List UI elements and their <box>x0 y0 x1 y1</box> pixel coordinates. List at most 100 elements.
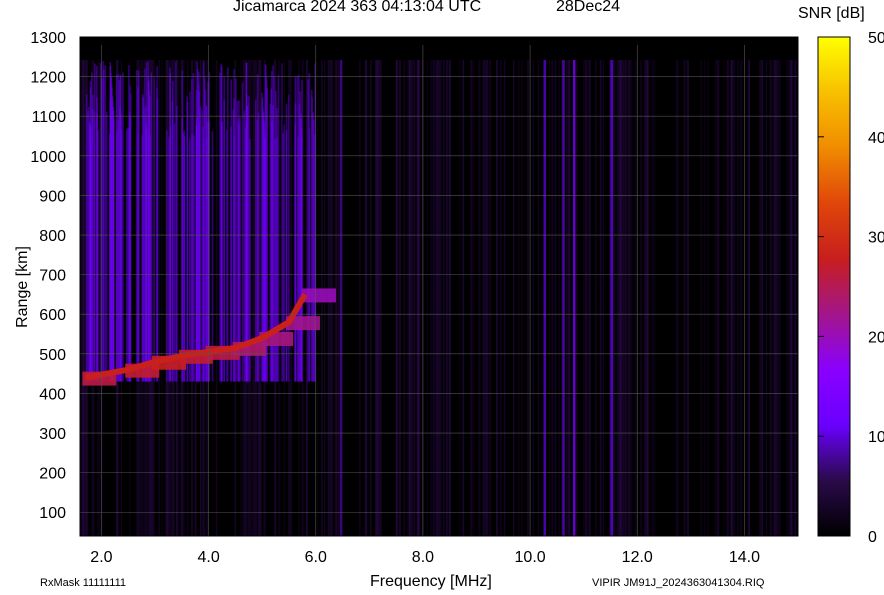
noise-strip <box>739 60 742 536</box>
noise-strip <box>789 60 792 536</box>
y-tick-label: 900 <box>39 188 66 205</box>
noise-strip <box>602 60 604 536</box>
noise-strip <box>215 60 218 536</box>
interference-line <box>339 60 343 536</box>
noise-strip <box>518 60 520 536</box>
diffuse-echo <box>153 77 156 382</box>
noise-strip <box>583 60 586 536</box>
noise-strip <box>433 60 435 536</box>
chart-title: Jicamarca 2024 363 04:13:04 UTC <box>233 0 482 15</box>
noise-strip <box>178 60 180 536</box>
noise-strip <box>640 60 643 536</box>
noise-strip <box>410 60 413 536</box>
interference-line <box>543 60 546 536</box>
noise-strip <box>377 60 379 536</box>
colorbar <box>817 36 851 537</box>
noise-strip <box>576 60 578 536</box>
diffuse-echo <box>202 126 204 382</box>
diffuse-echo <box>94 63 96 382</box>
colorbar-title: SNR [dB] <box>798 5 865 22</box>
noise-strip <box>484 60 487 536</box>
x-tick-label: 12.0 <box>622 549 653 566</box>
x-tick-label: 4.0 <box>197 549 219 566</box>
x-tick-label: 2.0 <box>90 549 112 566</box>
noise-strip <box>439 60 442 536</box>
noise-strip <box>625 60 628 536</box>
noise-strip <box>403 60 406 536</box>
noise-strip <box>723 60 725 536</box>
diffuse-echo <box>137 70 140 382</box>
noise-strip <box>594 60 597 536</box>
noise-strip <box>500 60 502 536</box>
noise-strip <box>779 60 782 536</box>
interference-line <box>562 60 565 536</box>
diffuse-echo <box>296 76 298 382</box>
diffuse-echo <box>211 131 214 382</box>
noise-strip <box>759 60 762 536</box>
noise-strip <box>748 60 751 536</box>
x-tick-label: 6.0 <box>305 549 327 566</box>
diffuse-echo <box>169 73 171 382</box>
noise-strip <box>398 60 402 536</box>
y-tick-label: 300 <box>39 426 66 443</box>
diffuse-echo <box>166 130 168 382</box>
y-tick-label: 1200 <box>30 70 66 87</box>
diffuse-echo <box>176 105 178 382</box>
noise-strip <box>775 60 778 536</box>
diffuse-echo <box>235 78 237 382</box>
y-tick-label: 700 <box>39 268 66 285</box>
y-tick-label: 500 <box>39 347 66 364</box>
noise-strip <box>532 60 535 536</box>
noise-strip <box>707 60 709 536</box>
noise-strip <box>421 60 424 536</box>
file-label: VIPIR JM91J_2024363041304.RIQ <box>592 577 765 589</box>
noise-strip <box>613 60 616 536</box>
noise-strip <box>646 60 649 536</box>
noise-strip <box>417 60 420 536</box>
chart-date: 28Dec24 <box>556 0 621 15</box>
noise-strip <box>621 60 623 536</box>
diffuse-echo <box>87 110 89 382</box>
noise-strip <box>630 60 633 536</box>
diffuse-echo <box>156 98 159 382</box>
diffuse-echo <box>147 60 149 382</box>
noise-strip <box>676 60 678 536</box>
noise-strip <box>426 60 428 536</box>
diffuse-echo <box>150 72 153 382</box>
noise-strip <box>654 60 656 536</box>
noise-strip <box>733 60 736 536</box>
y-tick-label: 800 <box>39 228 66 245</box>
noise-strip <box>160 60 163 536</box>
diffuse-echo <box>145 62 148 382</box>
diffuse-echo <box>298 74 300 382</box>
diffuse-echo <box>148 96 151 382</box>
noise-strip <box>413 60 416 536</box>
diffuse-echo <box>227 67 229 382</box>
colorbar-tick-label: 20 <box>868 329 884 346</box>
diffuse-echo <box>230 79 233 382</box>
interference-line <box>572 60 576 536</box>
noise-strip <box>778 60 780 536</box>
noise-strip <box>259 60 261 536</box>
diffuse-echo <box>142 93 144 382</box>
diffuse-echo <box>236 100 239 382</box>
colorbar-tick-label: 10 <box>868 429 884 446</box>
noise-strip <box>622 60 625 536</box>
colorbar-tick-label: 40 <box>868 130 884 147</box>
noise-strip <box>442 60 445 536</box>
x-tick-label: 8.0 <box>412 549 434 566</box>
rxmask-label: RxMask 11111111 <box>40 577 127 589</box>
noise-strip <box>472 60 475 536</box>
noise-strip <box>548 60 550 536</box>
noise-strip <box>252 60 255 536</box>
echo-point <box>302 288 337 303</box>
noise-strip <box>600 60 602 536</box>
noise-strip <box>338 60 340 536</box>
diffuse-echo <box>96 97 98 382</box>
noise-strip <box>521 60 523 536</box>
diffuse-echo <box>220 63 222 382</box>
diffuse-echo <box>113 118 115 382</box>
noise-strip <box>512 60 515 536</box>
y-tick-label: 1100 <box>32 109 67 126</box>
diffuse-echo <box>206 121 209 382</box>
